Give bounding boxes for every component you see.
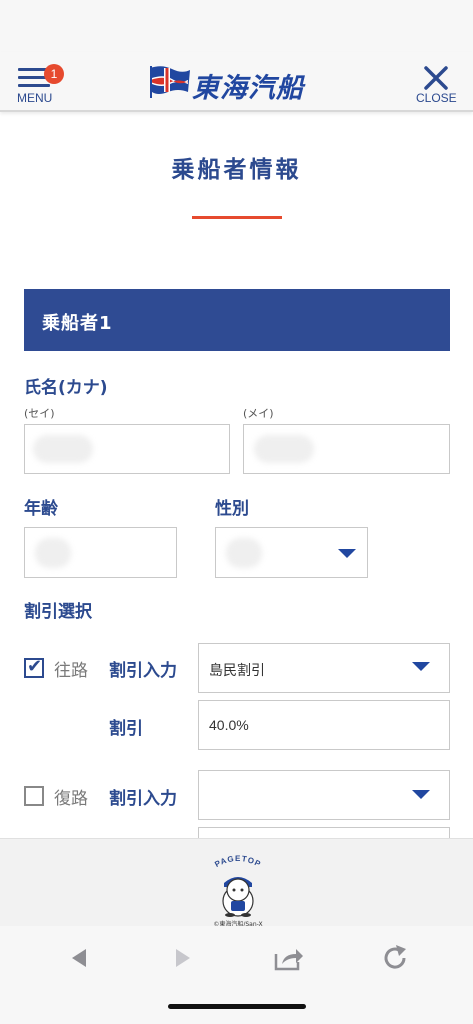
sei-input[interactable] bbox=[24, 424, 230, 474]
brand-name: 東海汽船 bbox=[192, 73, 304, 104]
pagetop-button[interactable]: PAGETOP ©東海汽船/San-X bbox=[203, 851, 273, 928]
age-input[interactable] bbox=[24, 527, 177, 578]
outbound-discount-rate-value: 40.0% bbox=[209, 717, 249, 733]
flag-icon bbox=[150, 66, 190, 98]
svg-text:PAGETOP: PAGETOP bbox=[213, 854, 263, 869]
page-footer: PAGETOP ©東海汽船/San-X bbox=[0, 838, 473, 928]
outbound-discount-select-value: 島民割引 bbox=[209, 662, 265, 678]
status-bar bbox=[0, 0, 473, 52]
page-title: 乗船者情報 bbox=[171, 157, 302, 183]
mei-input[interactable] bbox=[243, 424, 450, 474]
home-indicator bbox=[168, 1004, 306, 1009]
redacted-value bbox=[226, 538, 262, 568]
back-button[interactable] bbox=[62, 940, 98, 976]
outbound-discount-input-label: 割引入力 bbox=[109, 661, 177, 681]
close-button[interactable]: CLOSE bbox=[410, 66, 462, 108]
discount-select-label: 割引選択 bbox=[24, 602, 92, 622]
menu-button[interactable]: 1 MENU bbox=[14, 64, 64, 108]
close-label: CLOSE bbox=[416, 91, 457, 105]
age-label: 年齢 bbox=[24, 499, 58, 519]
outbound-checkbox[interactable]: ✔ bbox=[24, 656, 44, 678]
gender-select[interactable] bbox=[215, 527, 368, 578]
return-discount-input-label: 割引入力 bbox=[109, 789, 177, 809]
outbound-discount-label: 割引 bbox=[109, 719, 143, 739]
return-label: 復路 bbox=[54, 789, 88, 809]
mei-label: (メイ) bbox=[243, 407, 274, 420]
share-icon bbox=[274, 949, 303, 971]
title-underline bbox=[192, 216, 282, 219]
outbound-discount-select[interactable]: 島民割引 bbox=[198, 643, 450, 693]
pagetop-arc-text-icon: PAGETOP bbox=[213, 854, 263, 869]
reload-button[interactable] bbox=[377, 940, 413, 976]
checkmark-icon: ✔ bbox=[27, 656, 43, 677]
return-discount-select[interactable] bbox=[198, 770, 450, 820]
gender-label: 性別 bbox=[215, 499, 249, 519]
close-icon bbox=[424, 66, 448, 90]
reload-icon bbox=[384, 945, 406, 969]
sei-label: (セイ) bbox=[24, 407, 55, 420]
outbound-discount-rate-field: 40.0% bbox=[198, 700, 450, 750]
forward-arrow-icon bbox=[176, 949, 190, 967]
browser-toolbar bbox=[0, 926, 473, 1024]
chevron-down-icon bbox=[338, 549, 356, 558]
outbound-label: 往路 bbox=[54, 661, 88, 681]
chevron-down-icon bbox=[412, 662, 430, 671]
chevron-down-icon bbox=[412, 790, 430, 799]
redacted-value bbox=[35, 538, 71, 568]
mascot-icon bbox=[222, 877, 254, 917]
page: 1 MENU 東海汽船 CLOSE 乗船者情報 乗船者1 氏名(カナ) (セイ)… bbox=[0, 0, 473, 1024]
site-header: 1 MENU 東海汽船 CLOSE bbox=[0, 52, 473, 112]
forward-button[interactable] bbox=[164, 940, 200, 976]
menu-badge: 1 bbox=[44, 64, 64, 84]
redacted-value bbox=[254, 435, 314, 463]
pagetop-label: PAGETOP bbox=[213, 854, 262, 869]
menu-label: MENU bbox=[17, 91, 53, 105]
return-checkbox[interactable] bbox=[24, 786, 44, 806]
share-button[interactable] bbox=[270, 940, 306, 976]
passenger-section-header: 乗船者1 bbox=[24, 289, 450, 351]
redacted-value bbox=[33, 435, 93, 463]
brand-logo[interactable]: 東海汽船 bbox=[148, 62, 328, 104]
back-arrow-icon bbox=[72, 949, 86, 967]
passenger-section-title: 乗船者1 bbox=[42, 313, 113, 334]
name-kana-label: 氏名(カナ) bbox=[24, 378, 108, 398]
